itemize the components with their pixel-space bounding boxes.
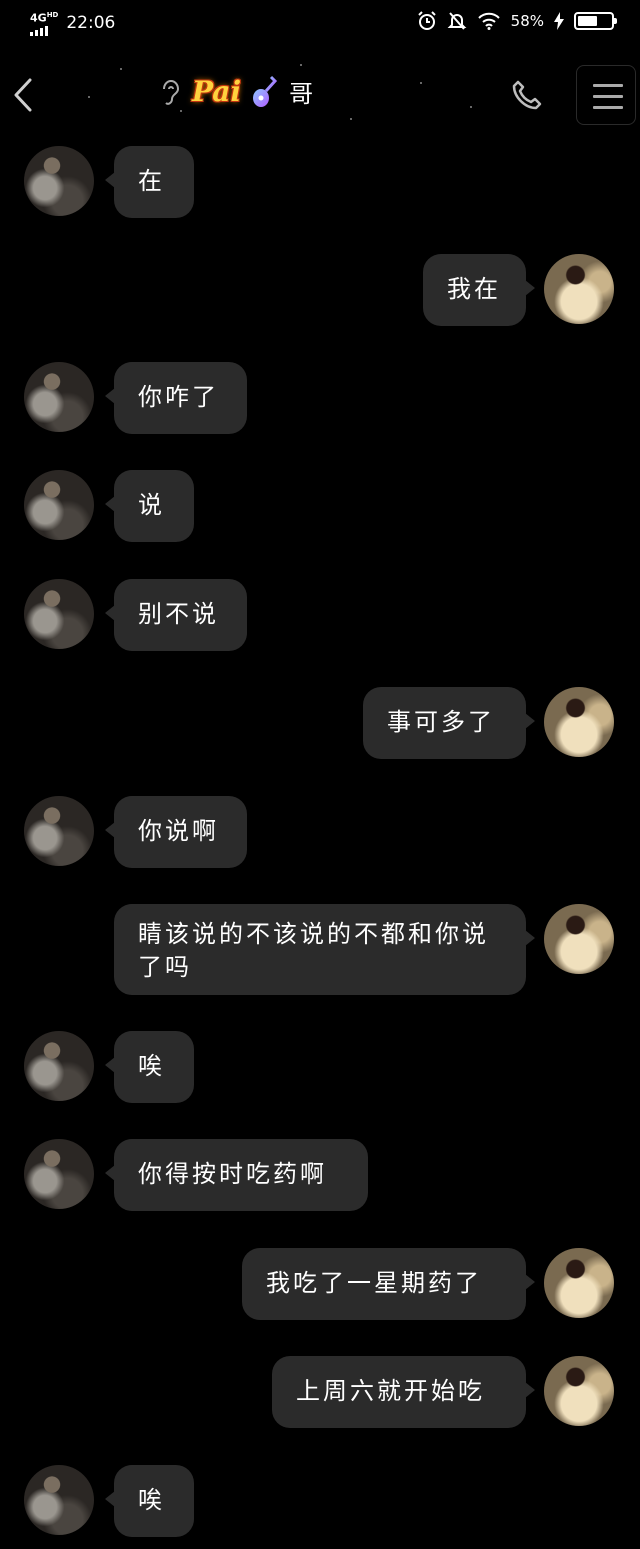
alarm-icon [417,11,436,30]
signal-bars-icon [30,25,58,36]
chat-header: Pai 哥 [0,48,640,136]
message-bubble[interactable]: 事可多了 [363,687,535,759]
status-bar: 4GHD 22:06 58% [0,0,640,48]
mute-bell-icon [447,12,467,30]
message-bubble[interactable]: 你咋了 [105,362,247,434]
avatar-peer[interactable] [24,1031,94,1101]
charging-icon [554,12,564,30]
status-right: 58% [417,11,617,31]
menu-button[interactable] [576,65,636,125]
avatar-peer[interactable] [24,146,94,216]
message-bubble[interactable]: 我吃了一星期药了 [242,1248,535,1320]
battery-icon [574,12,617,30]
message-bubble[interactable]: 睛该说的不该说的不都和你说了吗 [114,904,535,995]
signal-indicator: 4GHD [30,10,58,36]
chat-title[interactable]: Pai 哥 [160,74,313,109]
message-bubble[interactable]: 你说啊 [105,796,247,868]
avatar-self[interactable] [544,1356,614,1426]
ear-icon [163,79,180,105]
menu-line [593,84,623,87]
phone-call-icon[interactable] [510,78,544,112]
avatar-self[interactable] [544,254,614,324]
network-type: 4G [30,11,47,25]
wifi-icon [477,12,500,30]
avatar-peer[interactable] [24,362,94,432]
network-hd: HD [46,11,59,19]
avatar-peer[interactable] [24,1139,94,1209]
guitar-badge-icon [253,75,278,107]
vip-logo: Pai [192,75,242,108]
message-bubble[interactable]: 唉 [105,1031,194,1103]
clock: 22:06 [66,12,116,33]
back-chevron-icon[interactable] [8,76,40,114]
contact-name: 哥 [289,80,314,108]
menu-line [593,95,623,98]
message-bubble[interactable]: 别不说 [105,579,247,651]
message-bubble[interactable]: 我在 [423,254,535,326]
message-bubble[interactable]: 唉 [105,1465,194,1537]
avatar-self[interactable] [544,687,614,757]
message-bubble[interactable]: 你得按时吃药啊 [105,1139,368,1211]
avatar-peer[interactable] [24,579,94,649]
avatar-peer[interactable] [24,470,94,540]
avatar-peer[interactable] [24,796,94,866]
message-bubble[interactable]: 在 [105,146,194,218]
avatar-peer[interactable] [24,1465,94,1535]
avatar-self[interactable] [544,1248,614,1318]
battery-percent: 58% [510,12,544,30]
message-bubble[interactable]: 说 [105,470,194,542]
message-bubble[interactable]: 上周六就开始吃 [272,1356,535,1428]
status-left: 4GHD 22:06 [30,10,115,36]
avatar-self[interactable] [544,904,614,974]
menu-line [593,106,623,109]
